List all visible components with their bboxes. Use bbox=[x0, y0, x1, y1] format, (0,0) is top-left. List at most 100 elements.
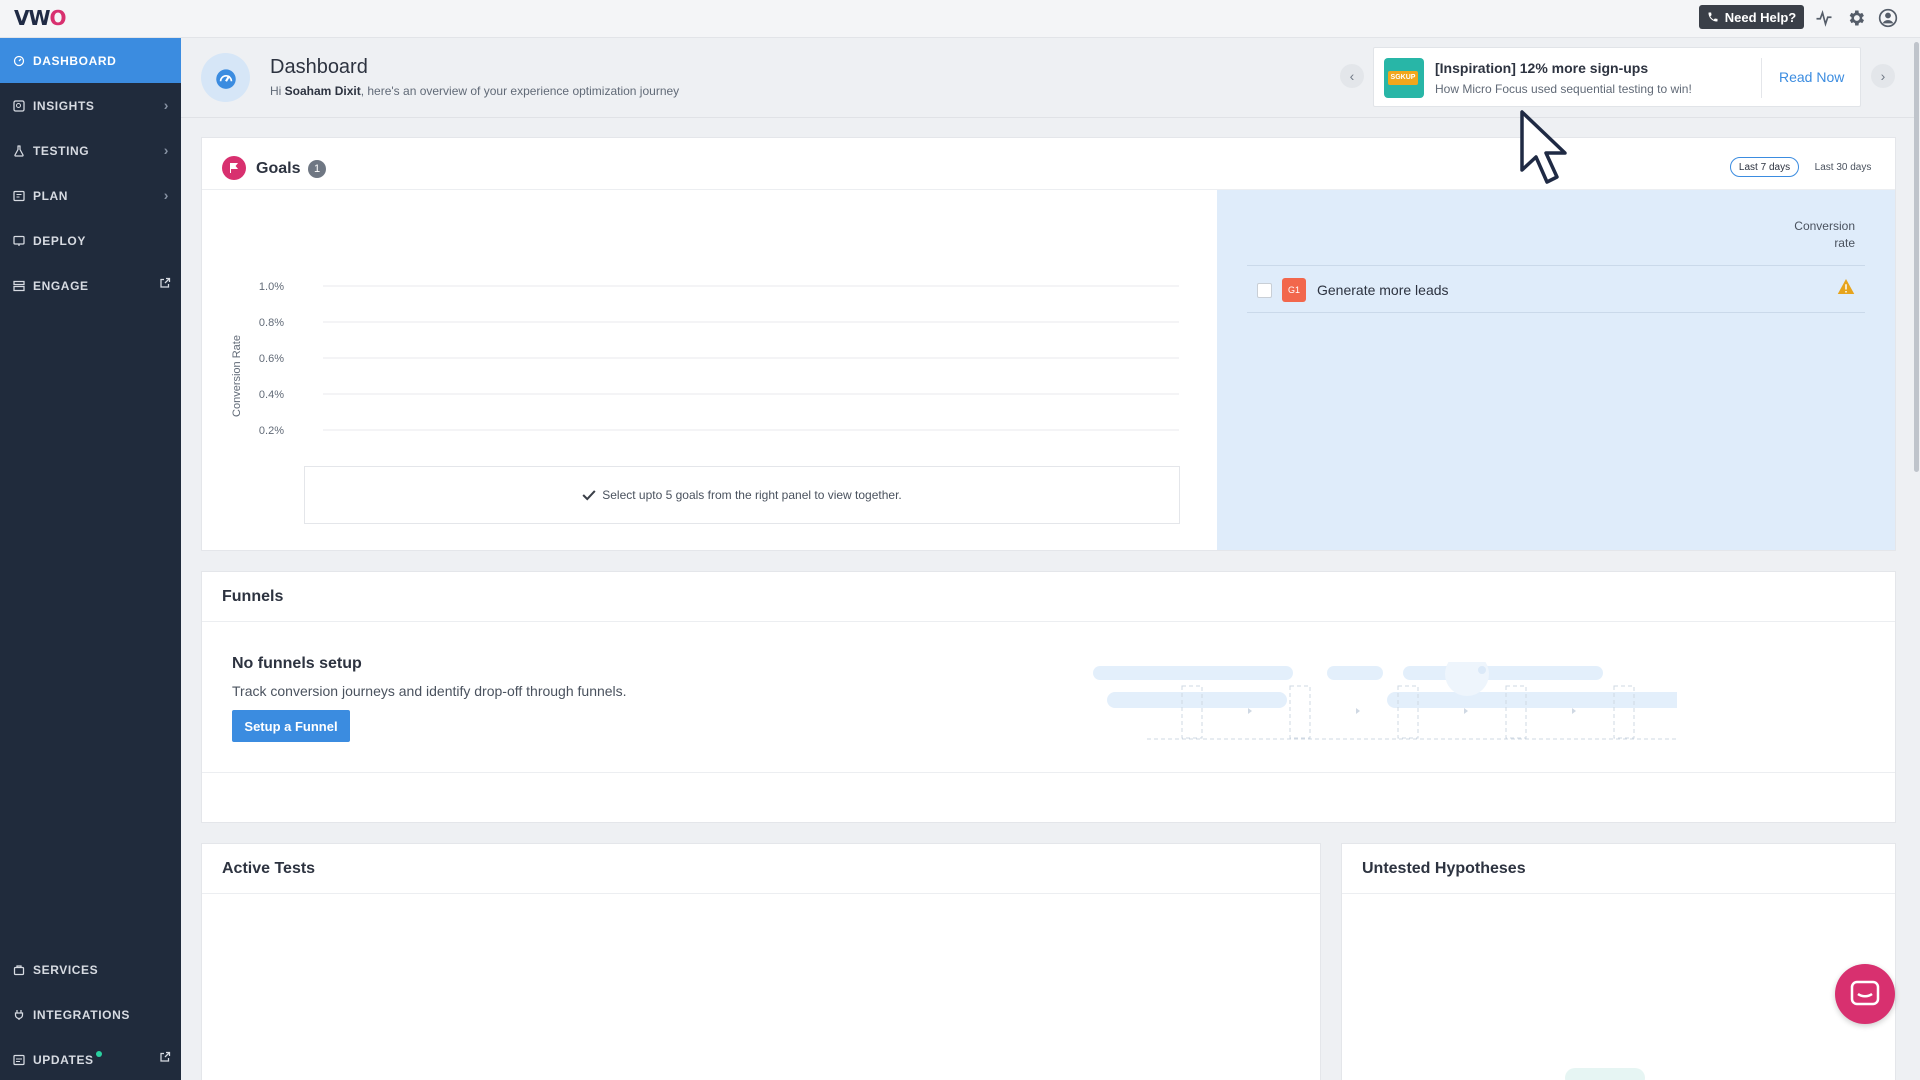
logo-text-right: O bbox=[49, 6, 67, 30]
promo-next-button[interactable]: › bbox=[1871, 64, 1895, 88]
goal-name: Generate more leads bbox=[1317, 282, 1449, 298]
chevron-right-icon: › bbox=[163, 142, 169, 158]
greeting-prefix: Hi bbox=[270, 84, 285, 98]
read-now-link[interactable]: Read Now bbox=[1779, 69, 1844, 85]
active-tests-card: Active Tests bbox=[201, 843, 1321, 1080]
gear-icon[interactable] bbox=[1844, 6, 1868, 30]
setup-funnel-button[interactable]: Setup a Funnel bbox=[232, 710, 350, 742]
checkmark-icon bbox=[582, 490, 596, 501]
chat-support-button[interactable] bbox=[1835, 964, 1895, 1024]
dashboard-badge-icon bbox=[201, 53, 250, 102]
active-tests-header: Active Tests bbox=[202, 844, 1320, 894]
sidebar-item-plan[interactable]: PLAN › bbox=[0, 173, 181, 218]
promo-description: How Micro Focus used sequential testing … bbox=[1435, 82, 1692, 96]
sidebar-item-label: INTEGRATIONS bbox=[33, 1007, 130, 1022]
goals-chart: 0.0%0.2%0.4%0.6%0.8%1.0%FriNov 19SatSunM… bbox=[202, 190, 1217, 550]
funnels-empty-description: Track conversion journeys and identify d… bbox=[232, 683, 627, 699]
promo-thumbnail: SGKUP bbox=[1384, 58, 1424, 98]
hypotheses-illustration bbox=[1565, 1068, 1645, 1080]
promo-prev-button[interactable]: ‹ bbox=[1340, 64, 1364, 88]
sidebar-item-engage[interactable]: ENGAGE bbox=[0, 263, 181, 308]
page-title: Dashboard bbox=[270, 56, 368, 78]
updates-icon bbox=[12, 1053, 26, 1067]
y-tick-label: 0.6% bbox=[259, 353, 284, 365]
external-link-icon bbox=[159, 1051, 171, 1066]
plug-icon bbox=[12, 1008, 26, 1022]
vwo-logo[interactable]: VW O bbox=[14, 6, 67, 30]
flask-icon bbox=[12, 144, 26, 158]
goals-hint-box: Select upto 5 goals from the right panel… bbox=[304, 466, 1180, 524]
funnels-title: Funnels bbox=[222, 588, 284, 605]
y-tick-label: 0.4% bbox=[259, 389, 284, 401]
cr-header-line1: Conversion bbox=[1794, 219, 1855, 233]
user-name: Soaham Dixit bbox=[284, 84, 361, 98]
funnels-card-header: Funnels bbox=[202, 572, 1895, 622]
deploy-icon bbox=[12, 234, 26, 248]
sidebar-item-label: TESTING bbox=[33, 143, 90, 158]
sidebar-item-label: DEPLOY bbox=[33, 233, 86, 248]
funnels-card: Funnels No funnels setup Track conversio… bbox=[201, 571, 1896, 823]
chevron-right-icon: › bbox=[163, 97, 169, 113]
engage-icon bbox=[12, 279, 26, 293]
greeting-suffix: , here's an overview of your experience … bbox=[360, 84, 680, 98]
page-subtitle: Hi Soaham Dixit, here's an overview of y… bbox=[270, 84, 679, 98]
promo-thumbnail-text: SGKUP bbox=[1388, 71, 1418, 85]
sidebar-item-testing[interactable]: TESTING › bbox=[0, 128, 181, 173]
goals-count-badge: 1 bbox=[308, 160, 326, 178]
flag-icon bbox=[222, 156, 246, 180]
user-avatar-icon[interactable] bbox=[1876, 6, 1900, 30]
sidebar-item-label: SERVICES bbox=[33, 962, 99, 977]
phone-icon bbox=[1708, 12, 1718, 22]
activity-icon[interactable] bbox=[1812, 6, 1836, 30]
warning-icon bbox=[1837, 278, 1855, 300]
sidebar-item-label: INSIGHTS bbox=[33, 98, 95, 113]
services-icon bbox=[12, 963, 26, 977]
active-tests-title: Active Tests bbox=[222, 860, 316, 877]
goals-list-panel: Conversion rate G1 Generate more leads bbox=[1217, 190, 1895, 550]
sidebar-item-label: DASHBOARD bbox=[33, 53, 117, 68]
top-bar: VW O Need Help? bbox=[0, 0, 1920, 38]
goals-title: Goals bbox=[256, 160, 301, 177]
plan-icon bbox=[12, 189, 26, 203]
funnel-illustration bbox=[1087, 652, 1687, 751]
funnels-footer-divider bbox=[202, 772, 1895, 773]
funnels-empty-title: No funnels setup bbox=[232, 655, 362, 672]
sidebar-item-dashboard[interactable]: DASHBOARD bbox=[0, 38, 181, 83]
range-last-7-days[interactable]: Last 7 days bbox=[1730, 157, 1799, 177]
need-help-label: Need Help? bbox=[1724, 9, 1797, 25]
cr-header-line2: rate bbox=[1834, 236, 1855, 250]
sidebar-item-deploy[interactable]: DEPLOY bbox=[0, 218, 181, 263]
y-tick-label: 1.0% bbox=[259, 281, 284, 293]
hypotheses-card: Untested Hypotheses bbox=[1341, 843, 1896, 1080]
scrollbar-thumb[interactable] bbox=[1914, 42, 1919, 472]
need-help-button[interactable]: Need Help? bbox=[1699, 5, 1804, 29]
hypotheses-title: Untested Hypotheses bbox=[1362, 860, 1526, 877]
range-last-30-days[interactable]: Last 30 days bbox=[1808, 157, 1878, 177]
promo-banner[interactable]: SGKUP [Inspiration] 12% more sign-ups Ho… bbox=[1373, 47, 1861, 107]
goal-tag: G1 bbox=[1282, 278, 1306, 302]
chat-icon bbox=[1850, 980, 1880, 1006]
y-axis-label: Conversion Rate bbox=[231, 335, 243, 417]
conversion-chart-svg: 0.0%0.2%0.4%0.6%0.8%1.0%FriNov 19SatSunM… bbox=[231, 281, 1179, 437]
y-tick-label: 0.2% bbox=[259, 425, 284, 437]
promo-divider bbox=[1761, 58, 1762, 98]
goals-hint-text: Select upto 5 goals from the right panel… bbox=[602, 488, 902, 502]
sidebar-item-label: PLAN bbox=[33, 188, 69, 203]
insights-icon bbox=[12, 99, 26, 113]
sidebar-item-integrations[interactable]: INTEGRATIONS bbox=[0, 992, 181, 1037]
goal-row[interactable]: G1 Generate more leads bbox=[1247, 265, 1865, 313]
page-scrollbar[interactable] bbox=[1914, 38, 1920, 1080]
sidebar-item-insights[interactable]: INSIGHTS › bbox=[0, 83, 181, 128]
sidebar-item-label: UPDATES bbox=[33, 1052, 94, 1067]
sidebar-item-services[interactable]: SERVICES bbox=[0, 947, 181, 992]
dashboard-icon bbox=[12, 54, 26, 68]
logo-text-left: VW bbox=[14, 6, 51, 30]
goal-checkbox[interactable] bbox=[1257, 283, 1272, 298]
sidebar-item-updates[interactable]: UPDATES bbox=[0, 1037, 181, 1080]
external-link-icon bbox=[159, 277, 171, 292]
goals-card: Goals 1 Last 7 days Last 30 days 0.0%0.2… bbox=[201, 137, 1896, 551]
conversion-rate-column-header: Conversion rate bbox=[1794, 218, 1855, 252]
mouse-cursor-icon bbox=[1520, 110, 1570, 191]
new-update-dot bbox=[95, 1050, 102, 1057]
sidebar-item-label: ENGAGE bbox=[33, 278, 89, 293]
